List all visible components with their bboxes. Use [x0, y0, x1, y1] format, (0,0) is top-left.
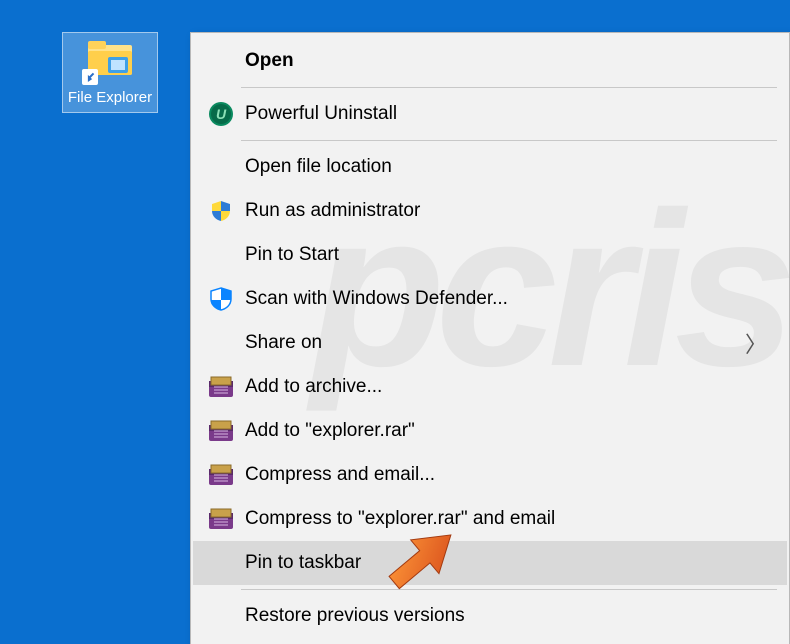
file-explorer-icon — [65, 37, 155, 85]
menu-item-compress-to-explorer-rar-email[interactable]: Compress to "explorer.rar" and email — [193, 497, 787, 541]
menu-item-open[interactable]: Open — [193, 39, 787, 83]
menu-item-scan-defender[interactable]: Scan with Windows Defender... — [193, 277, 787, 321]
defender-shield-icon — [203, 283, 239, 315]
menu-item-pin-to-start[interactable]: Pin to Start — [193, 233, 787, 277]
menu-item-powerful-uninstall[interactable]: U Powerful Uninstall — [193, 92, 787, 136]
menu-separator — [241, 140, 777, 141]
blank-icon — [203, 547, 239, 579]
chevron-right-icon: 〉 — [745, 327, 769, 359]
desktop-shortcut-file-explorer[interactable]: File Explorer — [62, 32, 158, 113]
menu-item-compress-and-email[interactable]: Compress and email... — [193, 453, 787, 497]
winrar-icon — [203, 371, 239, 403]
menu-item-add-to-explorer-rar[interactable]: Add to "explorer.rar" — [193, 409, 787, 453]
desktop-shortcut-label: File Explorer — [65, 89, 155, 106]
blank-icon — [203, 600, 239, 632]
menu-item-pin-to-taskbar[interactable]: Pin to taskbar — [193, 541, 787, 585]
menu-separator — [241, 589, 777, 590]
blank-icon — [203, 45, 239, 77]
menu-item-run-as-admin[interactable]: Run as administrator — [193, 189, 787, 233]
menu-separator — [241, 87, 777, 88]
iobit-icon: U — [203, 98, 239, 130]
uac-shield-icon — [203, 195, 239, 227]
menu-item-share-on[interactable]: Share on 〉 — [193, 321, 787, 365]
menu-item-open-file-location[interactable]: Open file location — [193, 145, 787, 189]
winrar-icon — [203, 415, 239, 447]
blank-icon — [203, 151, 239, 183]
menu-item-add-to-archive[interactable]: Add to archive... — [193, 365, 787, 409]
winrar-icon — [203, 503, 239, 535]
winrar-icon — [203, 459, 239, 491]
svg-text:U: U — [216, 106, 227, 122]
blank-icon — [203, 327, 239, 359]
menu-item-restore-previous-versions[interactable]: Restore previous versions — [193, 594, 787, 638]
blank-icon — [203, 239, 239, 271]
context-menu: pcrisk.com Open U Powerful Uninstall Ope… — [190, 32, 790, 644]
